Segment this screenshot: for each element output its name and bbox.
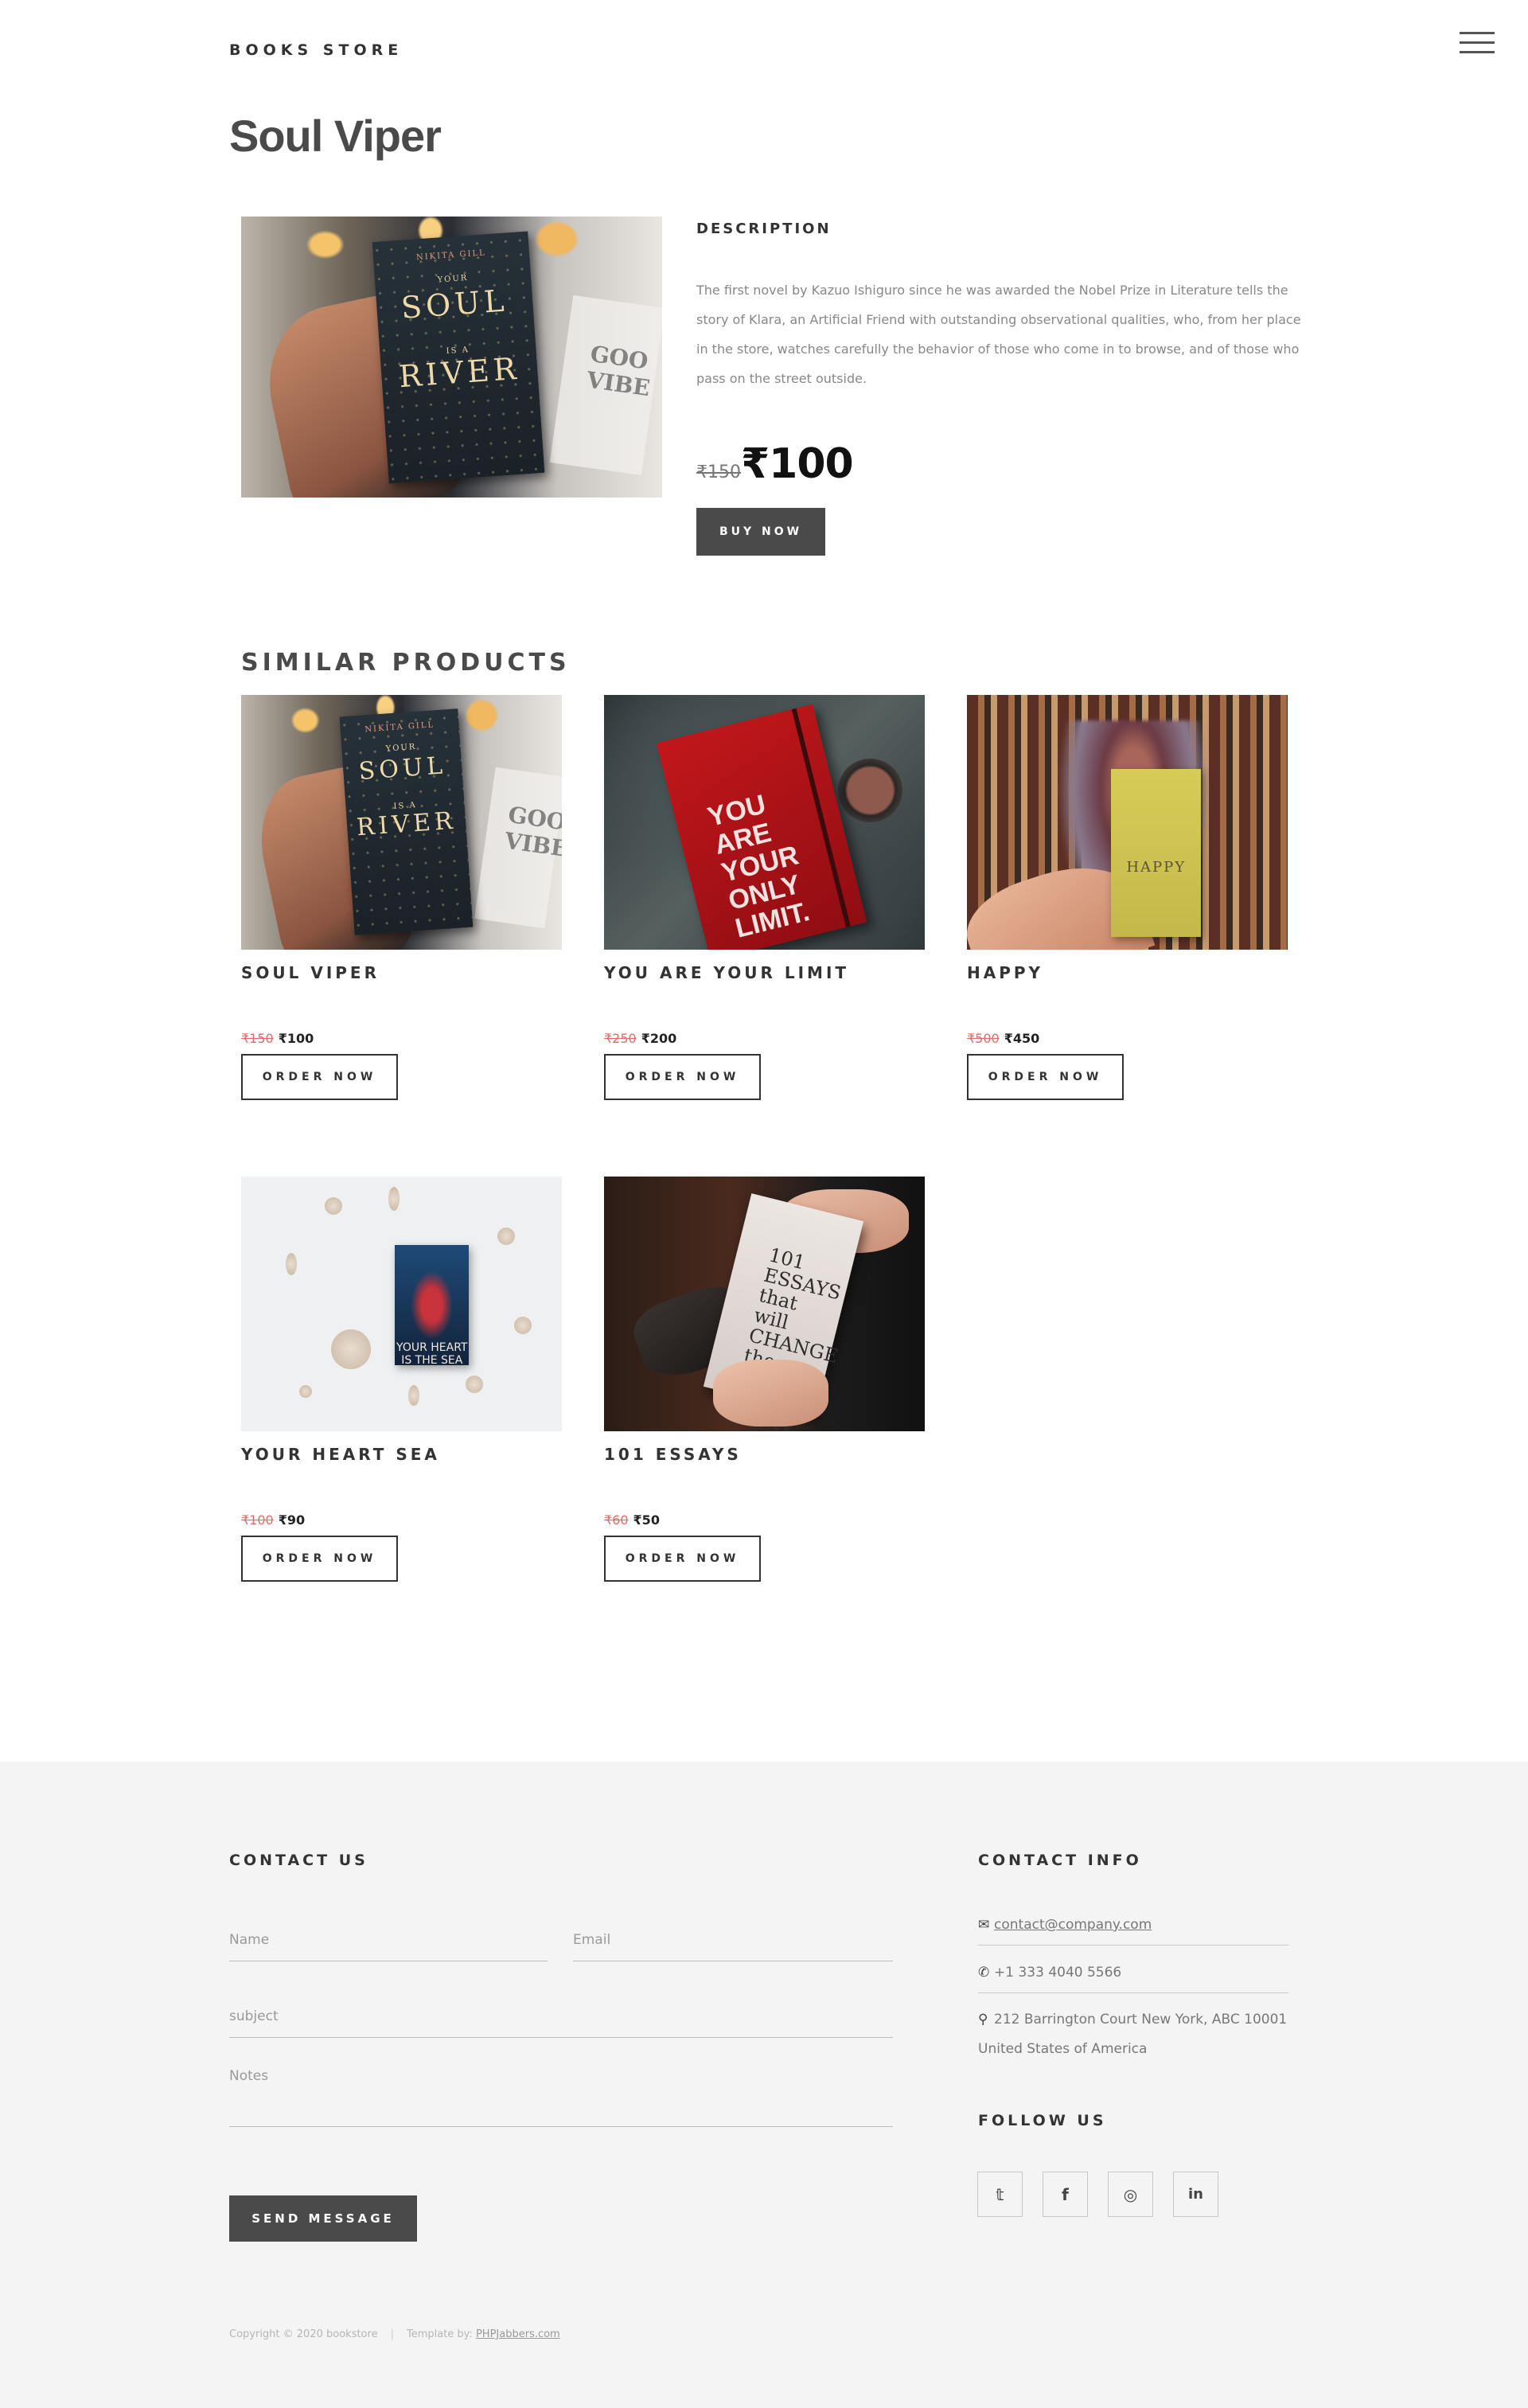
book-cover: YOUR HEART IS THE SEA: [395, 1245, 470, 1368]
old-price: ₹60: [604, 1512, 629, 1528]
name-field[interactable]: [229, 1926, 548, 1961]
subject-field[interactable]: [229, 2003, 893, 2038]
email-field[interactable]: [573, 1926, 893, 1961]
contact-phone: ✆ +1 333 4040 5566: [978, 1958, 1288, 1993]
cover-line: SOUL: [357, 752, 448, 786]
copyright: Copyright © 2020 bookstore | Template by: …: [229, 2328, 560, 2340]
product-card-title[interactable]: YOU ARE YOUR LIMIT: [604, 963, 849, 982]
template-by-label: Template by:: [406, 2328, 473, 2340]
cover-text: YOUR HEART IS THE SEA: [396, 1341, 468, 1368]
phone-icon: ✆: [978, 1965, 990, 1981]
facebook-icon[interactable]: f: [1043, 2172, 1088, 2217]
buy-now-button[interactable]: BUY NOW: [696, 508, 825, 556]
cover-text: YOU ARE YOUR ONLY LIMIT.: [704, 789, 813, 944]
send-message-button[interactable]: SEND MESSAGE: [229, 2195, 417, 2242]
linkedin-icon[interactable]: in: [1173, 2172, 1218, 2217]
copyright-text: Copyright © 2020 bookstore: [229, 2328, 378, 2340]
similar-products-heading: SIMILAR PRODUCTS: [241, 649, 571, 677]
notes-field[interactable]: [229, 2068, 893, 2127]
contact-address: ⚲ 212 Barrington Court New York, ABC 1000…: [978, 2005, 1288, 2064]
old-price: ₹150: [241, 1031, 274, 1046]
address-line-1: 212 Barrington Court New York, ABC 10001: [994, 2012, 1288, 2027]
product-card-title[interactable]: 101 ESSAYS: [604, 1445, 742, 1464]
order-now-button[interactable]: ORDER NOW: [241, 1536, 398, 1582]
order-now-button[interactable]: ORDER NOW: [604, 1054, 761, 1100]
product-card-price: ₹250 ₹200: [604, 1031, 676, 1046]
book-cover-side-text: GOO VIBE: [549, 295, 662, 475]
twitter-icon[interactable]: 𝕥: [977, 2172, 1023, 2217]
old-price: ₹100: [241, 1512, 274, 1528]
old-price: ₹150: [696, 462, 741, 482]
price-row: ₹150 ₹100: [696, 440, 854, 488]
envelope-icon: ✉: [978, 1917, 990, 1933]
order-now-button[interactable]: ORDER NOW: [241, 1054, 398, 1100]
order-now-button[interactable]: ORDER NOW: [604, 1536, 761, 1582]
book-cover: NIKITA GILL YOUR SOUL IS A RIVER: [372, 231, 544, 483]
product-card-title[interactable]: HAPPY: [967, 963, 1043, 982]
product-card-image[interactable]: YOU ARE YOUR ONLY LIMIT.: [604, 695, 925, 950]
separator: |: [390, 2328, 394, 2340]
product-card-price: ₹150 ₹100: [241, 1031, 314, 1046]
new-price: ₹450: [1004, 1031, 1040, 1046]
instagram-icon[interactable]: ◎: [1108, 2172, 1153, 2217]
old-price: ₹250: [604, 1031, 637, 1046]
book-cover-side-text: GOO VIBE: [474, 767, 562, 929]
contact-us-heading: CONTACT US: [229, 1852, 368, 1869]
order-now-button[interactable]: ORDER NOW: [967, 1054, 1124, 1100]
old-price: ₹500: [967, 1031, 1000, 1046]
description-text: The first novel by Kazuo Ishiguro since …: [696, 283, 1301, 386]
hamburger-icon[interactable]: [1460, 32, 1495, 54]
new-price: ₹50: [633, 1512, 660, 1528]
cover-author: NIKITA GILL: [415, 248, 486, 262]
book-cover: HAPPY: [1111, 768, 1202, 937]
email-link[interactable]: contact@company.com: [994, 1917, 1152, 1933]
description-heading: DESCRIPTION: [696, 221, 832, 237]
contact-info-heading: CONTACT INFO: [978, 1852, 1142, 1869]
product-card-image[interactable]: GOO VIBE NIKITA GILL YOUR SOUL IS A RIVE…: [241, 695, 562, 950]
new-price: ₹100: [278, 1031, 314, 1046]
new-price: ₹200: [641, 1031, 677, 1046]
product-card-title[interactable]: SOUL VIPER: [241, 963, 380, 982]
product-card-title[interactable]: YOUR HEART SEA: [241, 1445, 440, 1464]
book-cover: NIKITA GILL YOUR SOUL IS A RIVER: [339, 708, 474, 936]
new-price: ₹100: [741, 440, 854, 488]
page-title: Soul Viper: [229, 111, 442, 161]
product-card-image[interactable]: YOUR HEART IS THE SEA: [241, 1177, 562, 1431]
map-pin-icon: ⚲: [978, 2012, 988, 2027]
brand-logo[interactable]: BOOKS STORE: [229, 41, 403, 59]
new-price: ₹90: [278, 1512, 306, 1528]
contact-email[interactable]: ✉ contact@company.com: [978, 1910, 1288, 1946]
cover-author: NIKITA GILL: [364, 721, 435, 736]
follow-us-heading: FOLLOW US: [978, 2112, 1107, 2129]
product-card-image[interactable]: HAPPY: [967, 695, 1288, 950]
address-line-2: United States of America: [978, 2041, 1148, 2057]
cover-text: HAPPY: [1126, 858, 1187, 876]
cover-line: SOUL: [400, 283, 509, 326]
book-cover: YOU ARE YOUR ONLY LIMIT.: [656, 704, 867, 950]
product-card-price: ₹60 ₹50: [604, 1512, 660, 1528]
product-card-image[interactable]: 101 ESSAYS that will CHANGE the way YOU …: [604, 1177, 925, 1431]
product-card-price: ₹500 ₹450: [967, 1031, 1039, 1046]
product-card-price: ₹100 ₹90: [241, 1512, 305, 1528]
template-link[interactable]: PHPJabbers.com: [476, 2328, 560, 2340]
phone-text: +1 333 4040 5566: [994, 1965, 1122, 1981]
product-image: GOO VIBE NIKITA GILL YOUR SOUL IS A RIVE…: [241, 217, 662, 498]
